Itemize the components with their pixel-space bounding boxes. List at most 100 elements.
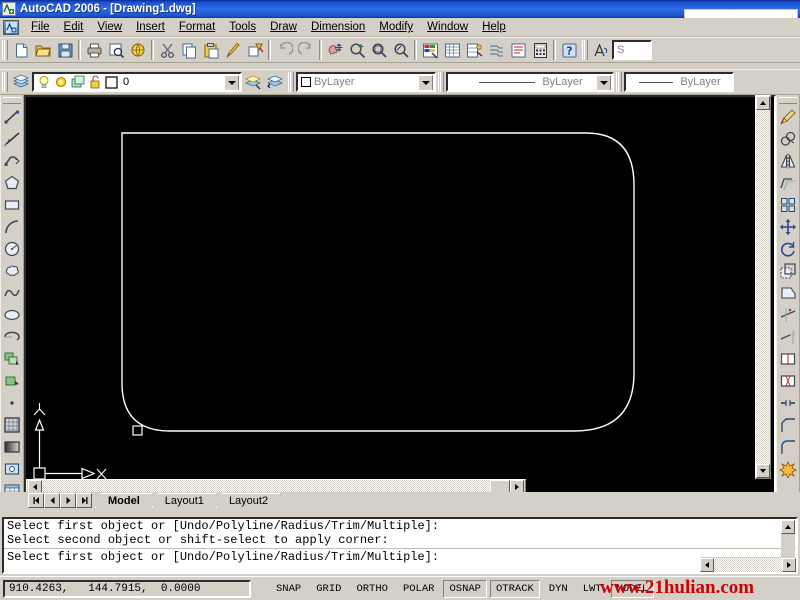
menu-draw[interactable]: Draw — [263, 19, 304, 35]
join-icon[interactable] — [777, 392, 799, 414]
erase-icon[interactable] — [777, 106, 799, 128]
command-scroll-right-button[interactable] — [782, 557, 796, 572]
menu-view[interactable]: View — [90, 19, 129, 35]
make-block-icon[interactable] — [1, 370, 23, 392]
break-icon[interactable] — [777, 370, 799, 392]
match-properties-icon[interactable] — [222, 39, 244, 61]
calculator-icon[interactable] — [529, 39, 551, 61]
menu-file[interactable]: File — [24, 19, 57, 35]
stretch-icon[interactable] — [777, 282, 799, 304]
toolbar-grip[interactable] — [616, 72, 622, 92]
menu-tools[interactable]: Tools — [222, 19, 263, 35]
scroll-up-button[interactable] — [756, 96, 770, 110]
status-toggle-ortho[interactable]: ORTHO — [350, 579, 394, 598]
color-combo[interactable]: ByLayer — [296, 72, 436, 92]
block-editor-icon[interactable] — [244, 39, 266, 61]
paste-icon[interactable] — [200, 39, 222, 61]
markup-set-icon[interactable] — [507, 39, 529, 61]
layer-combo[interactable]: 0 — [32, 72, 242, 92]
next-tab-icon[interactable] — [60, 493, 76, 508]
rotate-icon[interactable] — [777, 238, 799, 260]
zoom-previous-icon[interactable] — [390, 39, 412, 61]
status-toggle-polar[interactable]: POLAR — [396, 579, 441, 598]
prev-tab-icon[interactable] — [44, 493, 60, 508]
sheet-set-icon[interactable] — [485, 39, 507, 61]
spline-icon[interactable] — [1, 282, 23, 304]
layer-previous-icon[interactable] — [264, 71, 286, 93]
model-space-viewport[interactable] — [26, 97, 774, 493]
menu-format[interactable]: Format — [172, 19, 222, 35]
mirror-icon[interactable] — [777, 150, 799, 172]
menu-help[interactable]: Help — [475, 19, 513, 35]
circle-icon[interactable] — [1, 238, 23, 260]
construction-line-icon[interactable] — [1, 128, 23, 150]
pan-realtime-icon[interactable] — [324, 39, 346, 61]
trim-icon[interactable] — [777, 304, 799, 326]
document-system-menu-icon[interactable] — [3, 19, 19, 35]
polygon-icon[interactable] — [1, 172, 23, 194]
toolbar-grip[interactable] — [3, 97, 21, 104]
help-icon[interactable]: ? — [558, 39, 580, 61]
menu-modify[interactable]: Modify — [372, 19, 420, 35]
cut-icon[interactable] — [156, 39, 178, 61]
offset-icon[interactable] — [777, 172, 799, 194]
line-icon[interactable] — [1, 106, 23, 128]
point-icon[interactable] — [1, 392, 23, 414]
tool-palettes-icon[interactable] — [463, 39, 485, 61]
command-window[interactable]: Select first object or [Undo/Polyline/Ra… — [2, 517, 798, 574]
layer-properties-manager-icon[interactable] — [10, 71, 32, 93]
tab-model[interactable]: Model — [95, 493, 153, 508]
status-toggle-dyn[interactable]: DYN — [542, 579, 574, 598]
menu-edit[interactable]: Edit — [57, 19, 91, 35]
canvas-vertical-scrollbar[interactable] — [755, 95, 771, 479]
toolbar-grip[interactable] — [2, 72, 8, 92]
rectangle-icon[interactable] — [1, 194, 23, 216]
save-icon[interactable] — [54, 39, 76, 61]
command-scroll-left-button[interactable] — [700, 557, 714, 572]
arc-icon[interactable] — [1, 216, 23, 238]
lineweight-combo[interactable]: ByLayer — [624, 72, 734, 92]
layer-combo-arrow-icon[interactable] — [224, 75, 239, 90]
fillet-icon[interactable] — [777, 436, 799, 458]
menu-insert[interactable]: Insert — [129, 19, 172, 35]
linetype-combo-arrow-icon[interactable] — [596, 75, 611, 90]
gradient-icon[interactable] — [1, 436, 23, 458]
tab-layout1[interactable]: Layout1 — [152, 493, 217, 508]
scrollbar-track[interactable] — [756, 110, 770, 464]
plot-icon[interactable] — [83, 39, 105, 61]
redo-icon[interactable] — [295, 39, 317, 61]
layer-state-icons[interactable] — [34, 74, 119, 90]
publish-icon[interactable] — [127, 39, 149, 61]
command-window-hscrollbar[interactable] — [700, 557, 796, 572]
menu-dimension[interactable]: Dimension — [304, 19, 372, 35]
properties-icon[interactable] — [419, 39, 441, 61]
linetype-combo[interactable]: ByLayer — [446, 72, 614, 92]
ellipse-icon[interactable] — [1, 304, 23, 326]
insert-block-icon[interactable] — [1, 348, 23, 370]
make-object-layer-current-icon[interactable] — [242, 71, 264, 93]
command-prompt-row[interactable]: Select first object or [Undo/Polyline/Ra… — [4, 550, 796, 564]
scale-icon[interactable] — [777, 260, 799, 282]
new-icon[interactable] — [10, 39, 32, 61]
toolbar-grip[interactable] — [288, 72, 294, 92]
break-at-point-icon[interactable] — [777, 348, 799, 370]
toolbar-grip[interactable] — [2, 40, 8, 60]
toolbar-grip[interactable] — [779, 97, 797, 104]
color-combo-arrow-icon[interactable] — [418, 75, 433, 90]
designcenter-icon[interactable] — [441, 39, 463, 61]
plot-preview-icon[interactable] — [105, 39, 127, 61]
command-prompt[interactable]: Select first object or [Undo/Polyline/Ra… — [7, 550, 796, 564]
undo-icon[interactable] — [273, 39, 295, 61]
status-toggle-grid[interactable]: GRID — [310, 579, 348, 598]
scrollbar-track[interactable] — [714, 557, 782, 572]
region-icon[interactable] — [1, 458, 23, 480]
status-toggle-otrack[interactable]: OTRACK — [489, 579, 540, 598]
open-icon[interactable] — [32, 39, 54, 61]
hatch-icon[interactable] — [1, 414, 23, 436]
command-scroll-up-button[interactable] — [781, 520, 795, 534]
explode-icon[interactable] — [777, 458, 799, 480]
first-tab-icon[interactable] — [28, 493, 44, 508]
zoom-realtime-icon[interactable] — [346, 39, 368, 61]
drawing-canvas[interactable] — [24, 95, 776, 495]
menu-window[interactable]: Window — [420, 19, 475, 35]
